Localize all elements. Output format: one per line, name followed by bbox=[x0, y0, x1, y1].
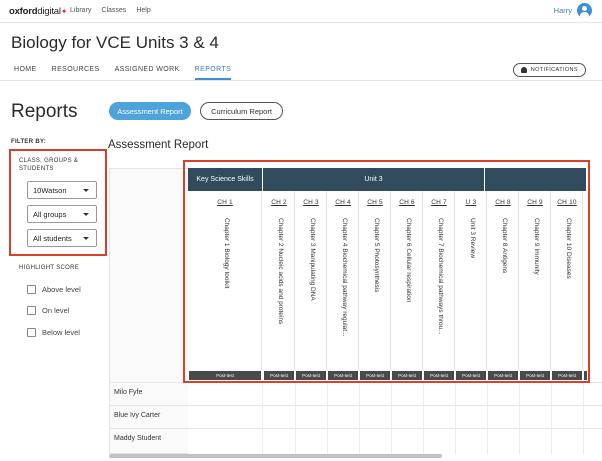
students-select[interactable]: All students bbox=[27, 229, 97, 247]
table-highlight-box bbox=[183, 160, 590, 383]
assessment-report-button[interactable]: Assessment Report bbox=[109, 102, 191, 120]
below-level-checkbox[interactable]: Below level bbox=[27, 328, 80, 337]
top-bar: oxforddigital✦ Library Classes Help Harr… bbox=[0, 0, 602, 23]
checkbox-box[interactable] bbox=[27, 306, 36, 315]
grid-line bbox=[487, 382, 488, 454]
tab-home[interactable]: HOME bbox=[14, 66, 37, 80]
oxford-digital-logo[interactable]: oxforddigital✦ bbox=[9, 6, 67, 17]
bell-icon bbox=[520, 67, 527, 73]
groups-select-value: All groups bbox=[33, 209, 67, 219]
avatar bbox=[577, 3, 592, 18]
nav-classes[interactable]: Classes bbox=[101, 7, 126, 14]
below-level-label: Below level bbox=[42, 328, 80, 337]
nav-library[interactable]: Library bbox=[70, 7, 91, 14]
tab-divider bbox=[0, 80, 602, 81]
on-level-label: On level bbox=[42, 306, 70, 315]
notifications-button[interactable]: NOTIFICATIONS bbox=[512, 63, 586, 77]
checkbox-box[interactable] bbox=[27, 328, 36, 337]
user-name: Harry bbox=[553, 6, 572, 15]
logo-mark-icon: ✦ bbox=[60, 7, 68, 16]
nav-help[interactable]: Help bbox=[136, 7, 150, 14]
top-nav: Library Classes Help bbox=[70, 7, 151, 14]
grid-line bbox=[583, 382, 584, 454]
highlight-score-label: HIGHLIGHT SCORE bbox=[19, 265, 80, 271]
notifications-label: NOTIFICATIONS bbox=[530, 67, 578, 73]
class-select[interactable]: 10Watson bbox=[27, 181, 97, 199]
grid-line bbox=[519, 382, 520, 454]
student-name[interactable]: Milo Fyfe bbox=[114, 389, 142, 396]
chevron-down-icon bbox=[83, 213, 89, 216]
logo-sub: digital bbox=[37, 6, 61, 17]
grid-line bbox=[327, 382, 328, 454]
main-tabs: HOME RESOURCES ASSIGNED WORK REPORTS bbox=[14, 66, 246, 80]
chevron-down-icon bbox=[83, 189, 89, 192]
students-select-value: All students bbox=[33, 233, 72, 243]
class-select-value: 10Watson bbox=[33, 185, 67, 195]
horizontal-scrollbar[interactable] bbox=[109, 454, 442, 458]
grid-line bbox=[262, 382, 263, 454]
user-menu[interactable]: Harry bbox=[554, 3, 592, 18]
curriculum-report-button[interactable]: Curriculum Report bbox=[200, 102, 283, 120]
grid-line bbox=[359, 382, 360, 454]
table-row bbox=[109, 405, 602, 427]
table-row bbox=[109, 382, 602, 404]
filter-by-label: FILTER BY: bbox=[11, 139, 47, 145]
tab-resources[interactable]: RESOURCES bbox=[52, 66, 100, 80]
table-row bbox=[109, 428, 602, 450]
student-name[interactable]: Maddy Student bbox=[114, 435, 161, 442]
on-level-checkbox[interactable]: On level bbox=[27, 306, 70, 315]
tab-reports[interactable]: REPORTS bbox=[194, 66, 232, 80]
groups-select[interactable]: All groups bbox=[27, 205, 97, 223]
grid-line bbox=[295, 382, 296, 454]
class-groups-students-label: CLASS, GROUPS & STUDENTS bbox=[19, 158, 79, 172]
grid-line bbox=[551, 382, 552, 454]
grid-line bbox=[391, 382, 392, 454]
course-title: Biology for VCE Units 3 & 4 bbox=[11, 33, 219, 52]
grid-line bbox=[423, 382, 424, 454]
checkbox-box[interactable] bbox=[27, 285, 36, 294]
above-level-checkbox[interactable]: Above level bbox=[27, 285, 81, 294]
logo-main: oxford bbox=[9, 6, 38, 17]
page-title: Reports bbox=[11, 101, 78, 122]
section-title: Assessment Report bbox=[108, 139, 209, 151]
above-level-label: Above level bbox=[42, 285, 81, 294]
chevron-down-icon bbox=[83, 237, 89, 240]
tab-assigned-work[interactable]: ASSIGNED WORK bbox=[115, 66, 180, 80]
student-name[interactable]: Blue Ivy Carter bbox=[114, 412, 160, 419]
grid-line bbox=[455, 382, 456, 454]
